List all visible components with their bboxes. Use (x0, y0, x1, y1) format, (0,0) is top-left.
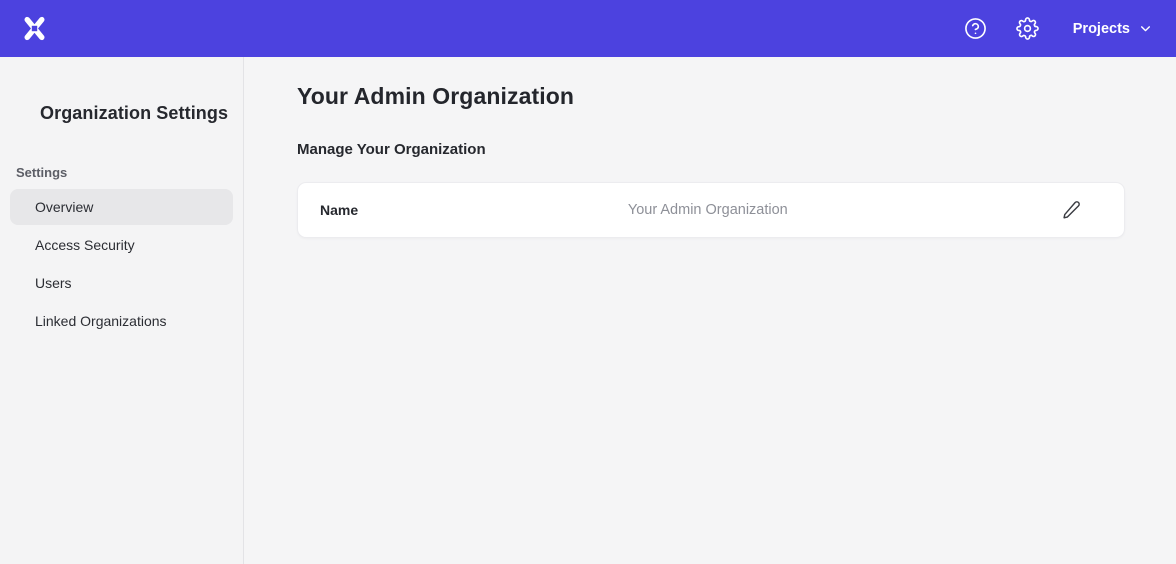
pencil-icon (1061, 200, 1081, 220)
edit-name-button[interactable] (1058, 197, 1084, 223)
navbar-actions: Projects (963, 16, 1152, 42)
page-title: Your Admin Organization (297, 83, 1125, 110)
name-field-card: Name Your Admin Organization (297, 182, 1125, 238)
sidebar-item-overview[interactable]: Overview (10, 189, 233, 225)
gear-icon (1016, 17, 1039, 40)
section-title: Manage Your Organization (297, 141, 1125, 158)
top-navbar: Projects (0, 0, 1176, 57)
mux-logo[interactable] (22, 16, 47, 41)
settings-button[interactable] (1015, 16, 1041, 42)
mux-logo-icon (22, 16, 47, 41)
sidebar: Organization Settings Settings Overview … (0, 57, 244, 564)
sidebar-item-linked-organizations[interactable]: Linked Organizations (10, 303, 233, 339)
projects-label: Projects (1073, 21, 1130, 37)
main-content: Your Admin Organization Manage Your Orga… (244, 57, 1176, 564)
sidebar-title: Organization Settings (40, 103, 243, 124)
sidebar-section-label: Settings (16, 165, 243, 180)
sidebar-nav: Overview Access Security Users Linked Or… (0, 189, 243, 339)
name-field-value: Your Admin Organization (628, 202, 788, 218)
projects-dropdown[interactable]: Projects (1073, 21, 1152, 37)
sidebar-item-access-security[interactable]: Access Security (10, 227, 233, 263)
sidebar-item-users[interactable]: Users (10, 265, 233, 301)
help-circle-icon (964, 17, 987, 40)
chevron-down-icon (1139, 22, 1152, 35)
name-field-label: Name (320, 202, 358, 218)
help-button[interactable] (963, 16, 989, 42)
